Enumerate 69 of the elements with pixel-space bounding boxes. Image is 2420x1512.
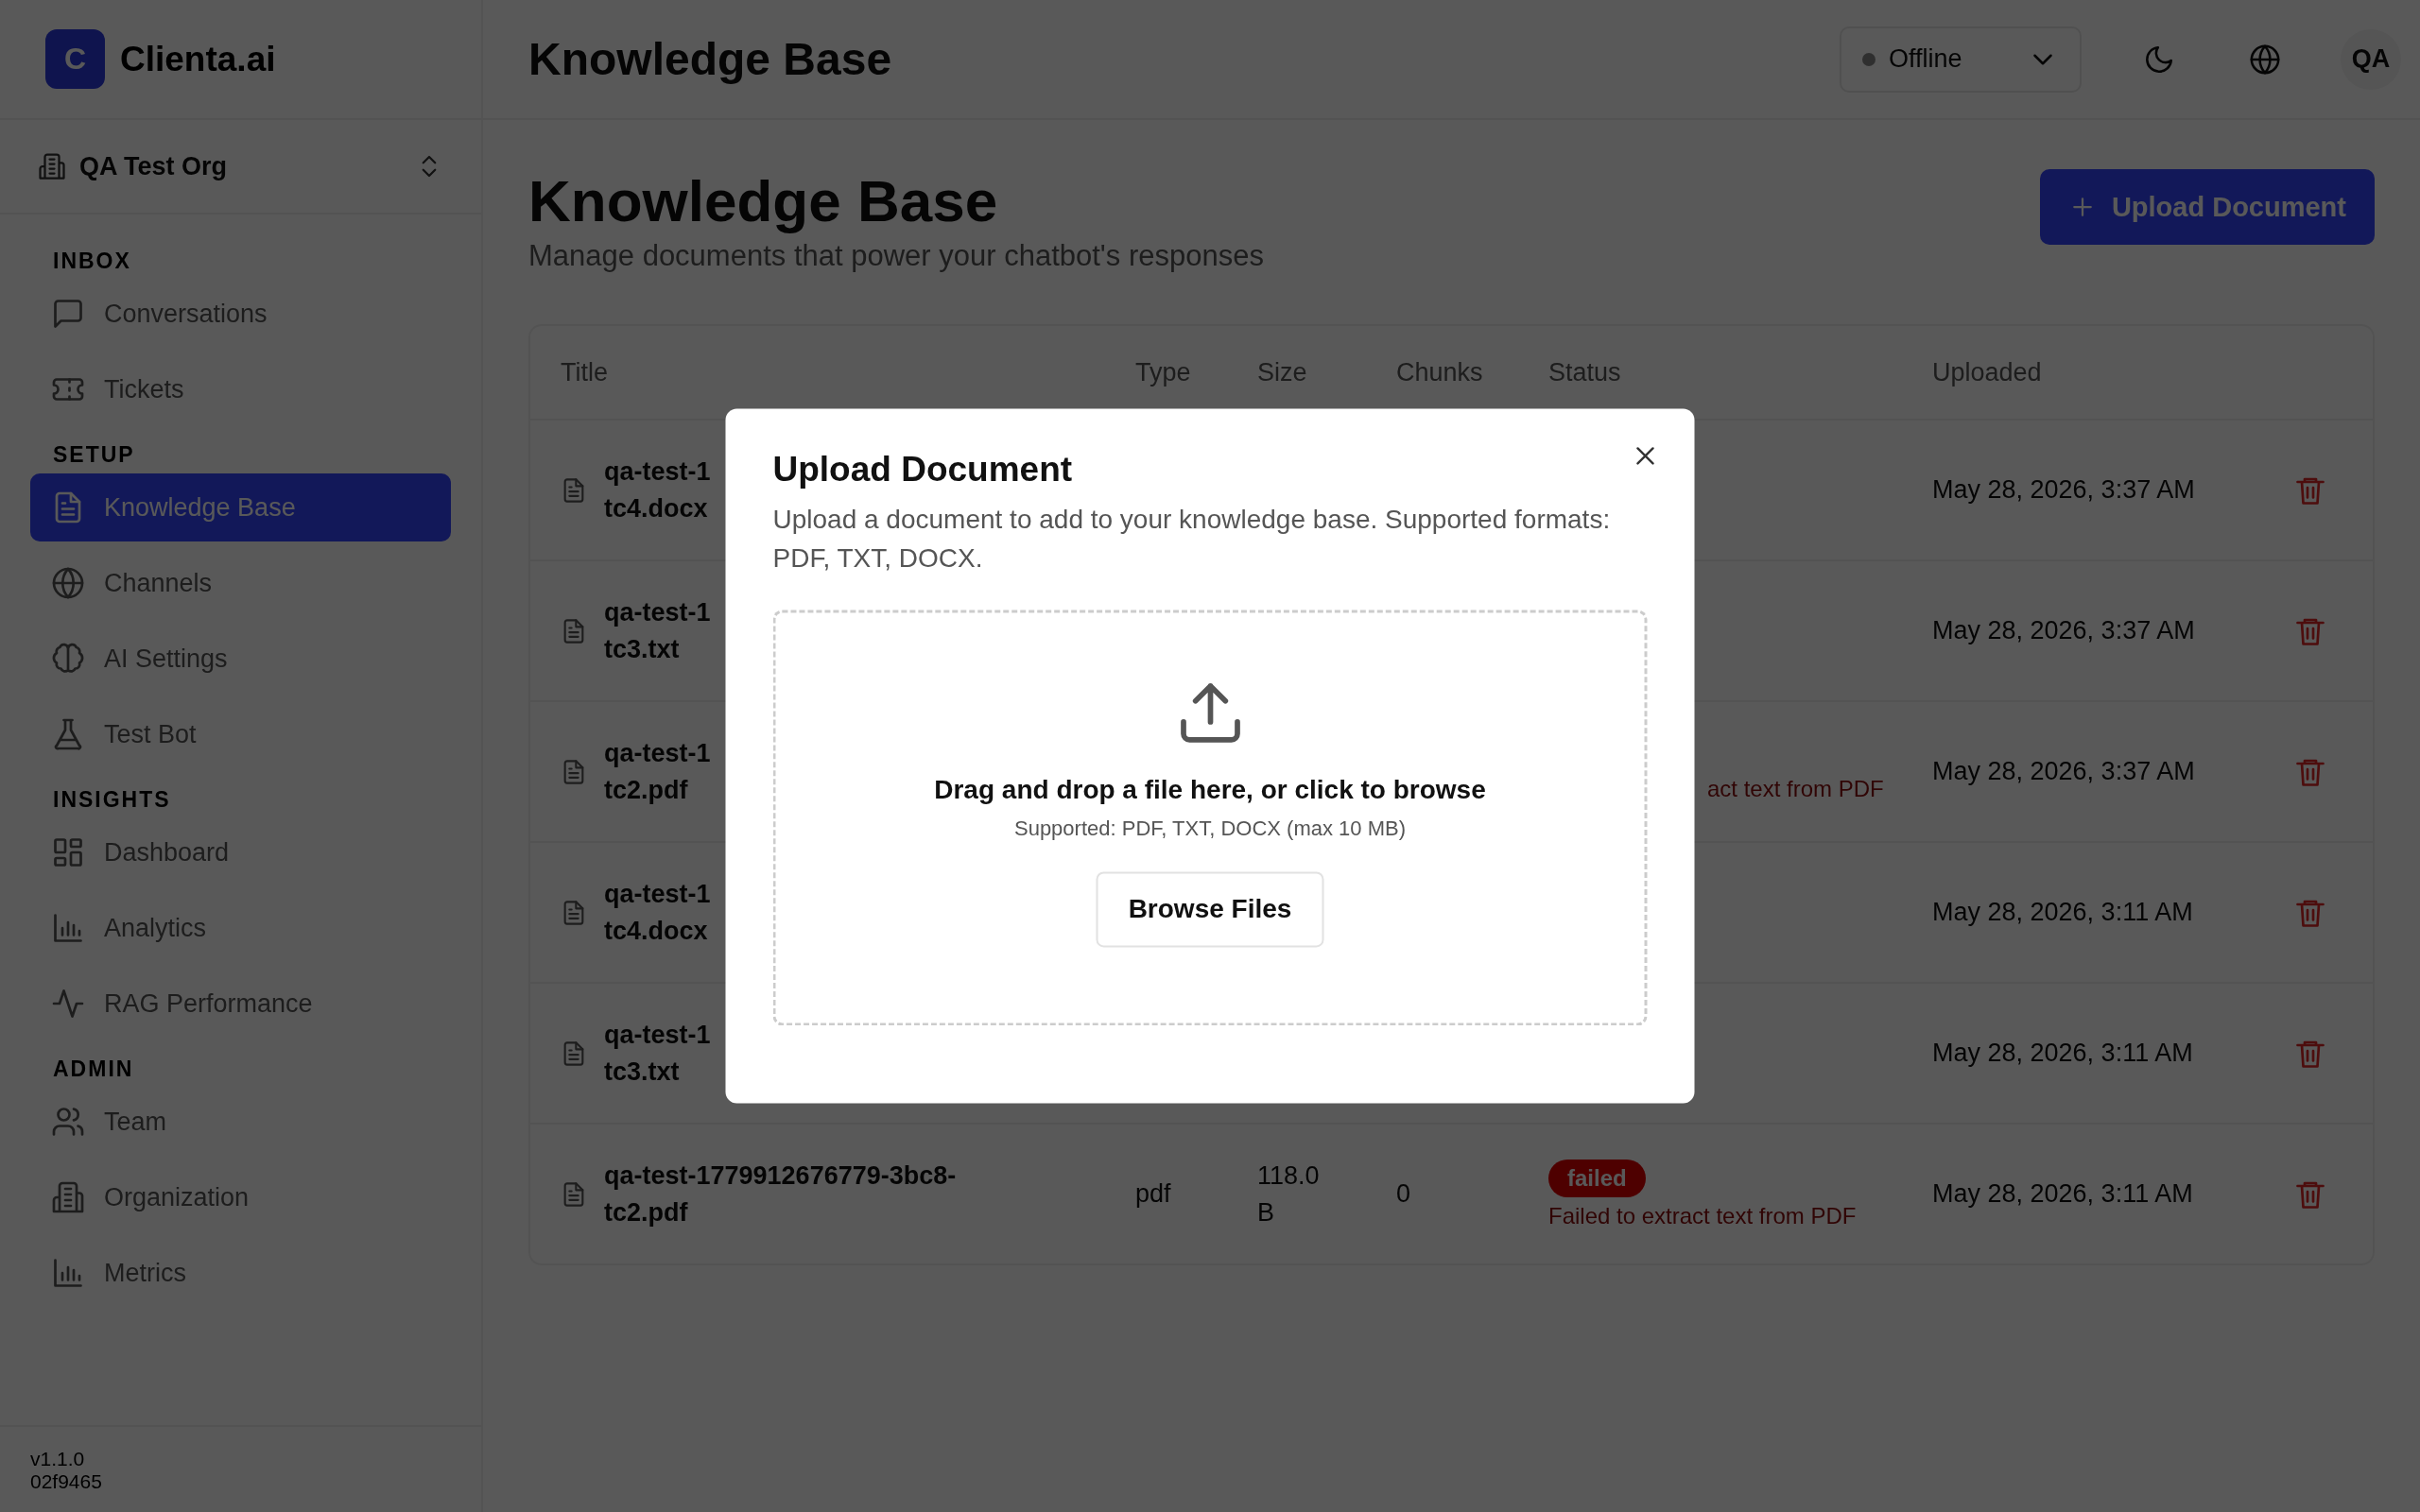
logo-mark: C [45, 29, 105, 89]
page-subtitle: Manage documents that power your chatbot's responses [528, 239, 1264, 274]
nav-item[interactable]: Analytics [30, 894, 451, 962]
status-badge: failed [1548, 1159, 1646, 1197]
version-number: v1.1.0 [30, 1448, 85, 1470]
section-label: INSIGHTS [53, 787, 171, 813]
document-title: qa-test-1779912676779-3bc8-tc2.pdf [604, 1160, 958, 1228]
org-switcher[interactable]: QA Test Org [0, 120, 481, 215]
activity-icon [51, 987, 85, 1021]
section-label: INBOX [53, 249, 131, 274]
column-header: Status [1548, 357, 1622, 387]
globe-icon [51, 566, 85, 600]
uploaded-date: May 28, 2026, 3:37 AM [1932, 616, 2195, 645]
chat-icon [51, 297, 85, 331]
column-header: Type [1135, 357, 1192, 387]
commit-hash: 02f9465 [30, 1470, 102, 1493]
uploaded-date: May 28, 2026, 3:37 AM [1932, 475, 2195, 505]
column-header: Title [560, 357, 609, 387]
error-message: Failed to extract text from PDF [1548, 1202, 1857, 1229]
column-header: Chunks [1396, 357, 1484, 387]
drop-zone[interactable]: Drag and drop a file here, or click to browse Supported: PDF, TXT, DOCX (max 10 MB) Browse Files [772, 610, 1648, 1026]
section-label: ADMIN [53, 1057, 134, 1082]
user-avatar[interactable]: QA [2341, 28, 2401, 90]
uploaded-date: May 28, 2026, 3:11 AM [1932, 1179, 2193, 1209]
nav-item[interactable]: Channels [30, 549, 451, 617]
drop-hint: Supported: PDF, TXT, DOCX (max 10 MB) [1013, 816, 1407, 842]
nav-item[interactable]: Conversations [30, 280, 451, 348]
building-icon [38, 152, 66, 180]
document-title: qa-test-1 tc4.docx [604, 455, 711, 524]
document-title: qa-test-1 tc3.txt [604, 596, 711, 665]
nav-item[interactable]: Knowledge Base [30, 473, 451, 541]
document-title: qa-test-1 tc3.txt [604, 1019, 711, 1088]
document-title: qa-test-1 tc2.pdf [604, 737, 711, 806]
type-cell: pdf [1135, 1179, 1171, 1209]
chunks-cell: 0 [1396, 1179, 1411, 1209]
column-header: Size [1257, 357, 1308, 387]
building-icon [51, 1180, 85, 1214]
uploaded-date: May 28, 2026, 3:37 AM [1932, 757, 2195, 786]
size-cell-text: 118.0 B [1257, 1160, 1321, 1228]
error-message: act text from PDF [1707, 775, 1884, 802]
browse-files-button[interactable]: Browse Files [1096, 871, 1324, 948]
brain-icon [51, 642, 85, 676]
nav-item[interactable]: Team [30, 1088, 451, 1156]
status-dot-icon [1862, 52, 1876, 66]
page-title: Knowledge Base [528, 169, 999, 234]
nav-item[interactable]: RAG Performance [30, 970, 451, 1038]
status-select[interactable]: Offline [1840, 26, 2082, 93]
nav-item[interactable]: AI Settings [30, 625, 451, 693]
column-header: Uploaded [1932, 357, 2043, 387]
nav-item[interactable]: Tickets [30, 355, 451, 423]
nav-item[interactable]: Dashboard [30, 818, 451, 886]
nav-item[interactable]: Test Bot [30, 700, 451, 768]
uploaded-date: May 28, 2026, 3:11 AM [1932, 898, 2193, 927]
section-label: SETUP [53, 442, 135, 468]
brand-name: Clienta.ai [120, 39, 276, 79]
uploaded-date: May 28, 2026, 3:11 AM [1932, 1039, 2193, 1068]
dialog-description: Upload a document to add to your knowledge base. Supported formats: PDF, TXT, DOCX. [772, 504, 1612, 575]
header-title: Knowledge Base [528, 33, 893, 85]
nav-item[interactable]: Organization [30, 1163, 451, 1231]
drop-instructions: Drag and drop a file here, or click to browse [934, 775, 1486, 806]
dialog-title: Upload Document [772, 450, 1074, 490]
bar-chart-icon [51, 1256, 85, 1290]
globe-icon [2249, 43, 2281, 76]
bar-chart-icon [51, 911, 85, 945]
users-icon [51, 1105, 85, 1139]
document-title: qa-test-1 tc4.docx [604, 878, 711, 947]
upload-button[interactable]: Upload Document [2039, 169, 2375, 245]
nav-item[interactable]: Metrics [30, 1239, 451, 1307]
dashboard-icon [51, 835, 85, 869]
